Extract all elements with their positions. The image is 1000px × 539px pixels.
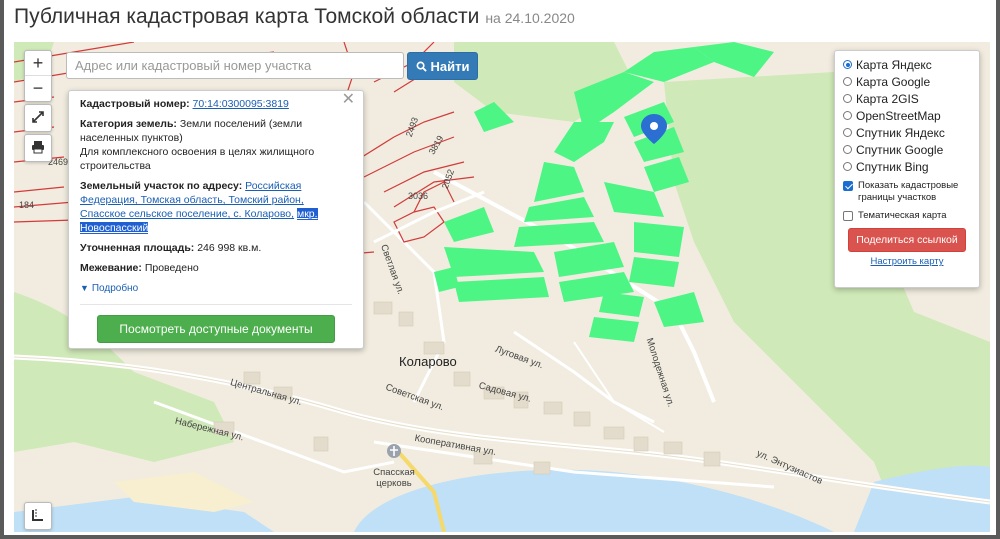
page-title: Публичная кадастровая карта Томской обла… — [14, 5, 575, 29]
address-label: Земельный участок по адресу: — [80, 180, 243, 192]
configure-map-link[interactable]: Настроить карту — [843, 256, 971, 267]
show-borders-checkbox[interactable]: Показать кадастровые границы участков — [843, 180, 971, 204]
checkbox-unchecked-icon — [843, 211, 853, 221]
category-row: Категория земель: Земли поселений (земли… — [80, 117, 352, 173]
parcel-3036: 3036 — [408, 191, 429, 201]
layer-option-label: Карта 2GIS — [856, 91, 919, 106]
radio-icon — [843, 145, 852, 154]
category-label: Категория земель: — [80, 118, 177, 130]
zoom-out-button[interactable]: − — [25, 76, 51, 100]
radio-icon — [843, 77, 852, 86]
fullscreen-button[interactable] — [24, 104, 52, 132]
layer-switcher-panel: Карта Яндекс Карта Google Карта 2GIS OpenSt… — [834, 50, 980, 288]
close-icon[interactable]: ✕ — [342, 92, 355, 108]
show-borders-label: Показать кадастровые границы участков — [858, 180, 959, 203]
radio-icon — [843, 128, 852, 137]
layer-option-label: Спутник Bing — [856, 159, 929, 174]
zoom-control: + − — [24, 50, 52, 102]
survey-value: Проведено — [144, 262, 199, 274]
category-note: Для комплексного освоения в целях жилищн… — [80, 146, 315, 172]
layer-option-label: Карта Google — [856, 74, 931, 89]
radio-icon — [843, 162, 852, 171]
measure-button[interactable] — [24, 502, 52, 530]
area-label: Уточненная площадь: — [80, 242, 195, 254]
parcel-info-popup: ✕ Кадастровый номер: 70:14:0300095:3819 … — [68, 90, 364, 349]
map-date: на 24.10.2020 — [485, 10, 575, 26]
checkbox-checked-icon — [843, 181, 853, 191]
map-canvas[interactable]: Коларово Спасская церковь Центральная ул… — [14, 42, 990, 532]
layer-option-label: Спутник Яндекс — [856, 125, 945, 140]
area-value: 246 998 кв.м. — [197, 242, 262, 254]
find-button[interactable]: Найти — [407, 52, 478, 80]
layer-option-3[interactable]: OpenStreetMap — [843, 107, 971, 124]
radio-selected-icon — [843, 60, 852, 69]
search-icon — [416, 61, 427, 72]
fullscreen-icon — [32, 111, 44, 123]
printer-icon — [32, 141, 44, 154]
village-label: Коларово — [399, 354, 457, 369]
details-toggle[interactable]: ▼ Подробно — [80, 281, 352, 296]
layer-option-1[interactable]: Карта Google — [843, 73, 971, 90]
share-link-button[interactable]: Поделиться ссылкой — [848, 228, 966, 252]
thematic-label: Тематическая карта — [858, 210, 947, 221]
details-link[interactable]: Подробно — [92, 283, 138, 294]
layer-option-0[interactable]: Карта Яндекс — [843, 56, 971, 73]
parcel-184: 184 — [19, 200, 35, 210]
survey-row: Межевание: Проведено — [80, 261, 352, 275]
page-title-text: Публичная кадастровая карта Томской обла… — [14, 5, 480, 28]
layer-option-label: Спутник Google — [856, 142, 944, 157]
divider — [80, 304, 352, 305]
layer-option-label: OpenStreetMap — [856, 108, 941, 123]
layer-option-5[interactable]: Спутник Google — [843, 141, 971, 158]
radio-icon — [843, 94, 852, 103]
cadastral-row: Кадастровый номер: 70:14:0300095:3819 — [80, 97, 352, 111]
layer-option-6[interactable]: Спутник Bing — [843, 158, 971, 175]
layer-options: Карта Яндекс Карта Google Карта 2GIS OpenSt… — [843, 56, 971, 175]
chevron-down-icon: ▼ — [80, 283, 89, 293]
find-button-label: Найти — [430, 58, 470, 74]
radio-icon — [843, 111, 852, 120]
measure-icon — [32, 509, 43, 521]
cadastral-number-link[interactable]: 70:14:0300095:3819 — [193, 98, 289, 110]
layer-option-2[interactable]: Карта 2GIS — [843, 90, 971, 107]
church-label: Спасская церковь — [373, 467, 415, 489]
layer-option-label: Карта Яндекс — [856, 57, 932, 72]
address-row: Земельный участок по адресу: Российская … — [80, 179, 352, 235]
page-frame: Публичная кадастровая карта Томской обла… — [4, 0, 996, 535]
zoom-in-button[interactable]: + — [25, 51, 51, 76]
print-button[interactable] — [24, 134, 52, 162]
view-documents-button[interactable]: Посмотреть доступные документы — [97, 315, 335, 343]
layer-option-4[interactable]: Спутник Яндекс — [843, 124, 971, 141]
cadastral-label: Кадастровый номер: — [80, 98, 190, 110]
thematic-map-checkbox[interactable]: Тематическая карта — [843, 210, 971, 222]
search-input[interactable] — [66, 52, 404, 79]
area-row: Уточненная площадь: 246 998 кв.м. — [80, 241, 352, 255]
survey-label: Межевание: — [80, 262, 142, 274]
